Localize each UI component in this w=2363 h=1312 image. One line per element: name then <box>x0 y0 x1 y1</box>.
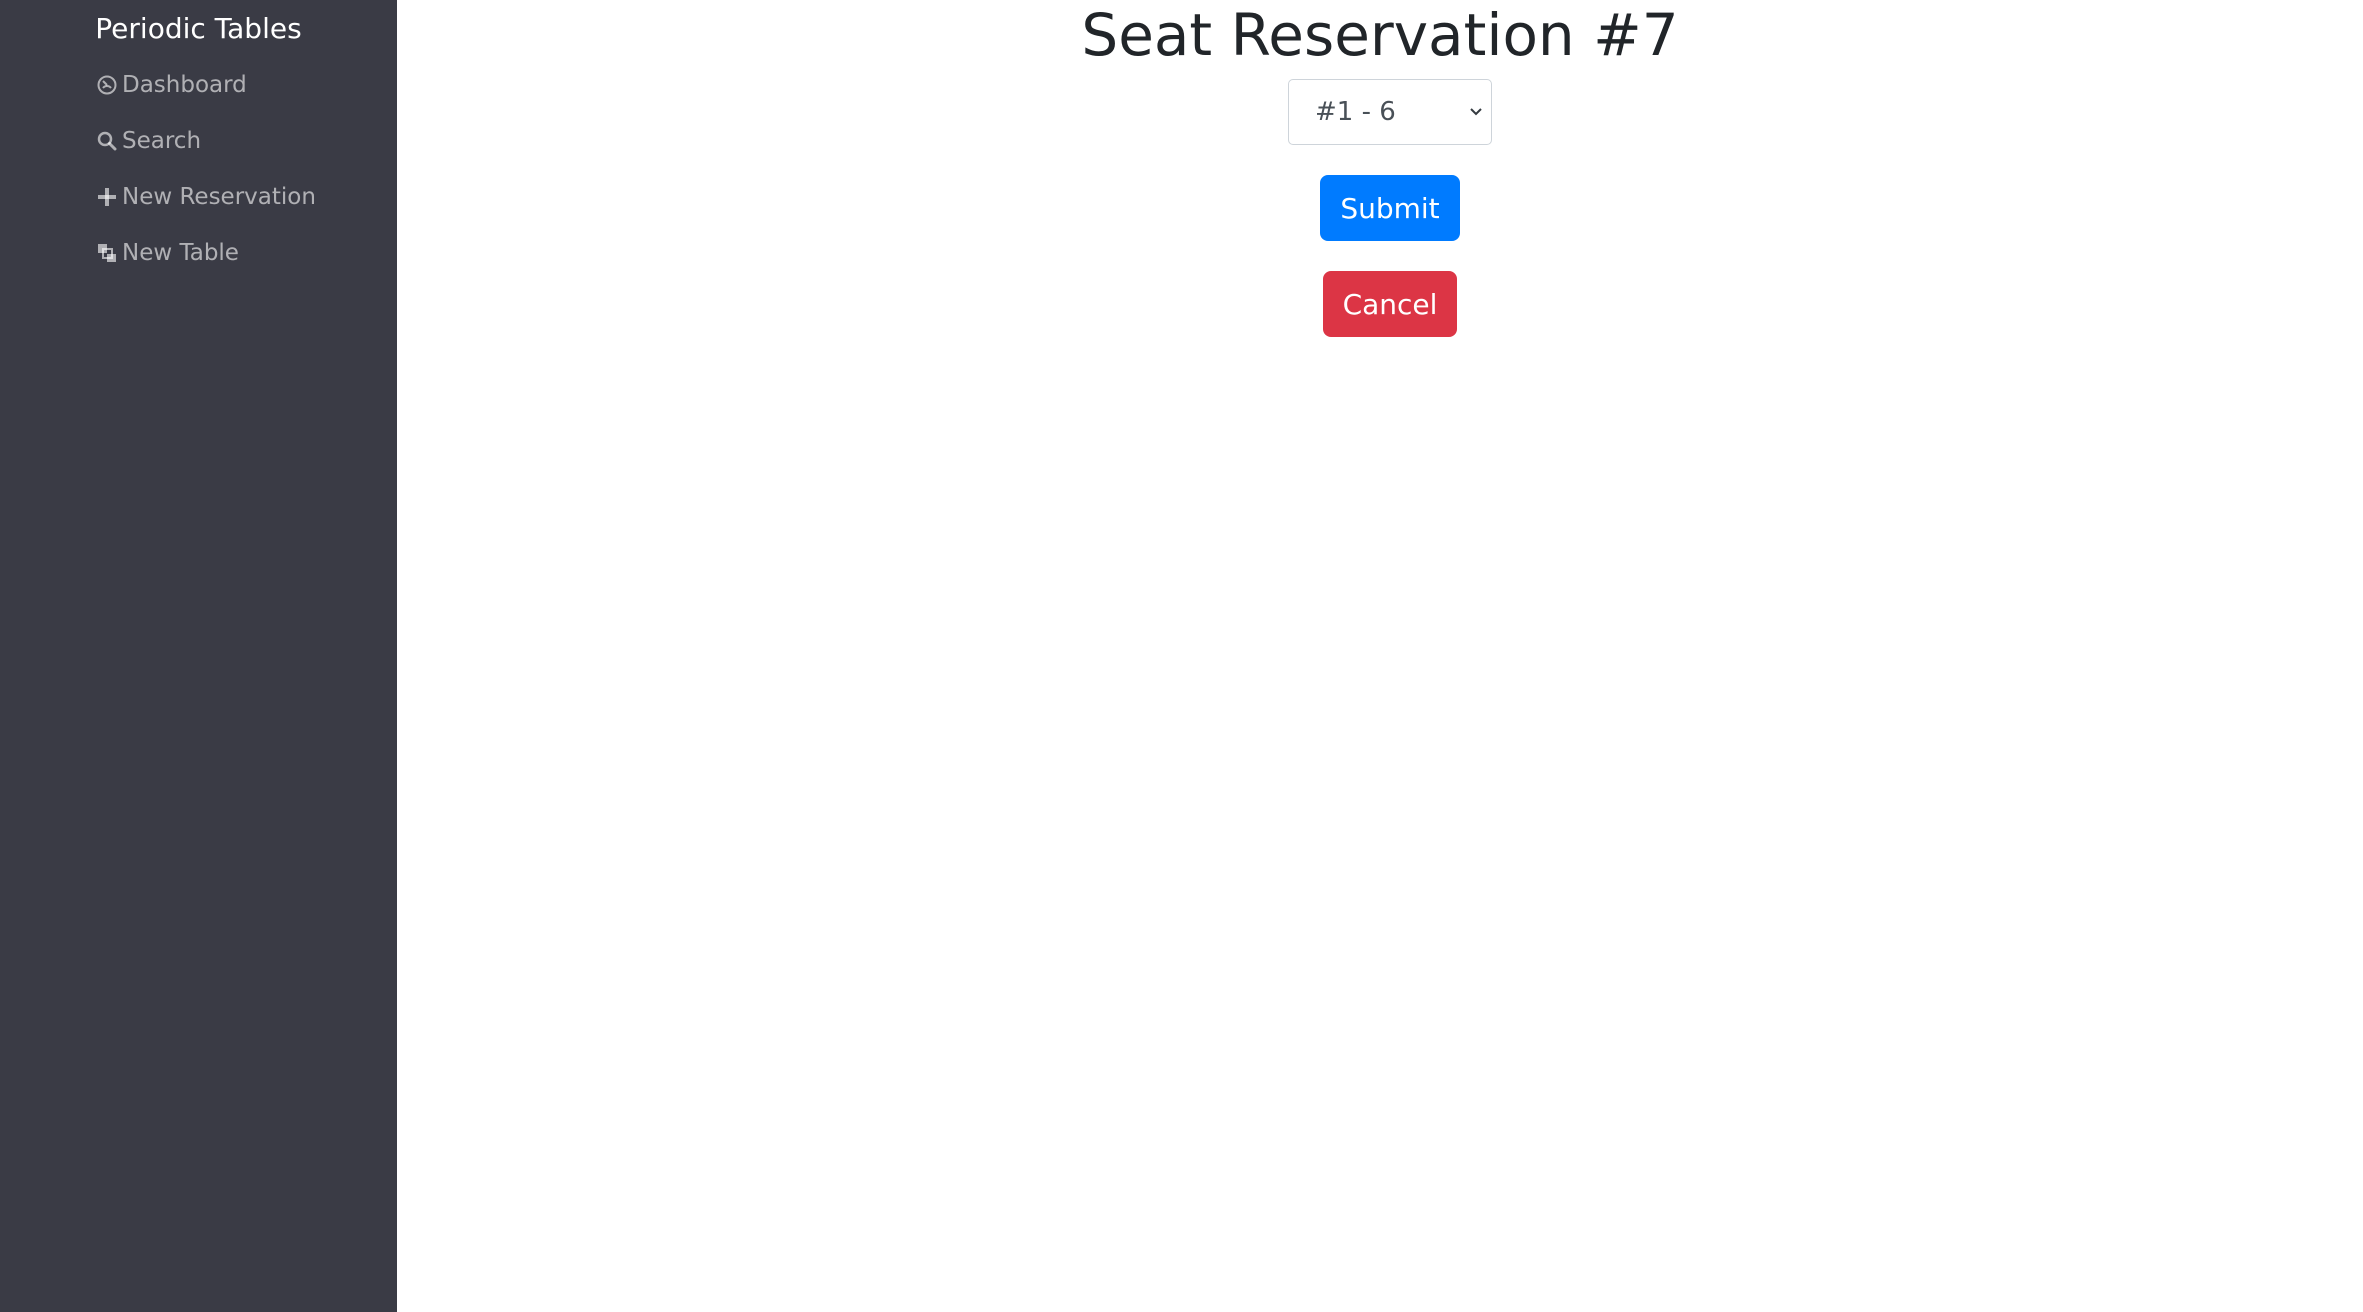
sidebar-item-dashboard[interactable]: Dashboard <box>96 65 247 105</box>
sidebar-item-label: New Table <box>122 240 239 266</box>
sidebar-item-new-table[interactable]: New Table <box>96 233 239 273</box>
sidebar-item-label: Dashboard <box>122 72 247 98</box>
sidebar: Periodic Tables Dashboard Search New Res… <box>0 0 397 1312</box>
dashboard-gauge-icon <box>96 74 118 96</box>
sidebar-item-label: Search <box>122 128 202 154</box>
table-select[interactable]: #1 - 6 <box>1288 79 1492 145</box>
page-title: Seat Reservation #7 <box>1081 1 1679 69</box>
brand-title[interactable]: Periodic Tables <box>0 8 397 50</box>
sidebar-item-label: New Reservation <box>122 184 316 210</box>
sidebar-item-new-reservation[interactable]: New Reservation <box>96 177 316 217</box>
plus-icon <box>96 186 118 208</box>
cancel-button[interactable]: Cancel <box>1323 271 1457 337</box>
sidebar-item-search[interactable]: Search <box>96 121 201 161</box>
submit-button[interactable]: Submit <box>1320 175 1460 241</box>
layers-icon <box>96 242 118 264</box>
search-icon <box>96 130 118 152</box>
